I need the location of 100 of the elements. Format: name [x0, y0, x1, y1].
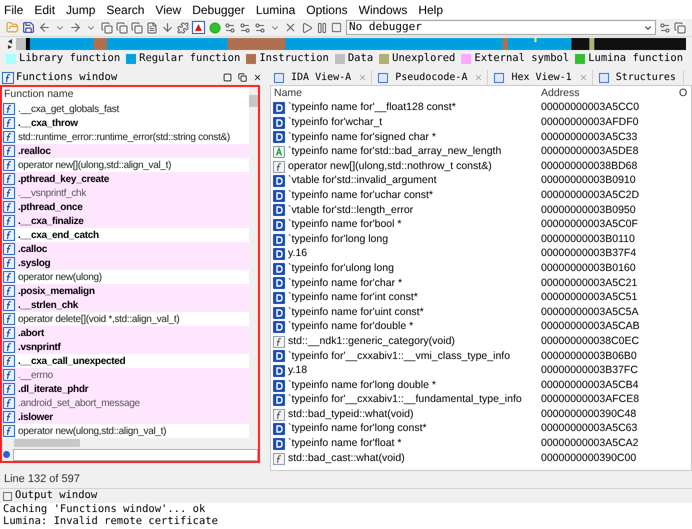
navigation-arrows-icon[interactable] [6, 38, 14, 50]
symbol-name[interactable]: `typeinfo name for'long double * [288, 378, 436, 394]
legend-label: Instruction [259, 51, 329, 66]
function-icon [273, 336, 285, 348]
copy-icon[interactable] [674, 20, 686, 36]
symbol-name[interactable]: `typeinfo for'long long [288, 232, 388, 248]
data-icon [273, 175, 285, 188]
symbol-name[interactable]: std::bad_typeid::what(void) [288, 406, 414, 423]
menu-item[interactable]: File [4, 0, 24, 18]
navigation-band-drawing[interactable] [16, 38, 686, 50]
maximize-icon[interactable] [223, 73, 232, 82]
data-icon [273, 423, 285, 436]
menu-item[interactable]: Options [306, 0, 348, 18]
legend-label: External symbol [474, 51, 570, 66]
symbol-name[interactable]: `typeinfo name for'int const* [288, 290, 418, 306]
close-icon[interactable] [253, 73, 262, 82]
symbol-name[interactable]: `typeinfo for'ulong long [288, 260, 394, 277]
function-row[interactable]: .__vsnprintf_chk [2, 186, 249, 200]
data-icon [273, 131, 285, 144]
function-row[interactable]: .__cxa_finalize [2, 214, 249, 228]
address-cell-text: 00000000003B37FC [540, 363, 639, 378]
vertical-scrollbar[interactable] [249, 87, 258, 438]
function-row[interactable]: .realloc [2, 144, 249, 158]
puzzle-icon[interactable] [177, 20, 190, 36]
function-icon [3, 215, 15, 227]
function-row[interactable]: .abort [2, 326, 249, 340]
address-cell-text: 0000000000390C00 [540, 450, 638, 466]
function-icon [3, 397, 15, 409]
debugger-select[interactable]: No debugger [346, 20, 656, 35]
symbol-name[interactable]: `typeinfo name for'uint const* [288, 304, 424, 320]
symbol-name[interactable]: `vtable for'std::invalid_argument [288, 173, 436, 190]
menu-item[interactable]: Search [106, 0, 144, 18]
filter-icon[interactable] [2, 450, 11, 459]
legend-label: Library function [19, 51, 120, 66]
warning-icon[interactable] [192, 20, 206, 36]
function-name: operator new(ulong) [18, 270, 102, 284]
symbol-name[interactable]: `typeinfo name for'long const* [288, 421, 427, 438]
symbol-name[interactable]: `typeinfo name for'std::bad_array_new_length [288, 144, 502, 160]
function-row[interactable]: .__strlen_chk [2, 298, 249, 312]
function-name: .android_set_abort_message [18, 396, 140, 410]
menu-item[interactable]: Lumina [256, 0, 296, 18]
function-name: .__cxa_throw [18, 116, 78, 130]
function-icon [3, 173, 15, 185]
function-name: .abort [18, 326, 44, 340]
menu-item[interactable]: Debugger [192, 0, 245, 18]
menu-item[interactable]: Jump [66, 0, 96, 18]
save-icon[interactable] [22, 20, 35, 36]
menu-item[interactable]: Edit [34, 0, 56, 18]
symbol-name[interactable]: `typeinfo name for'__float128 const* [288, 100, 456, 116]
function-icon [3, 327, 15, 339]
symbol-name[interactable]: `typeinfo name for'uchar const* [288, 188, 433, 204]
symbol-name[interactable]: `typeinfo name for'bool * [288, 217, 402, 233]
column-header[interactable]: O [677, 86, 690, 102]
symbol-name[interactable]: `typeinfo name for'char * [288, 276, 402, 292]
symbol-name[interactable]: std::__ndk1::generic_category(void) [288, 334, 455, 350]
symbol-name[interactable]: `typeinfo for'__cxxabiv1::__vmi_class_type_info [288, 348, 510, 364]
function-row[interactable]: .syslog [2, 256, 249, 270]
function-name: std::runtime_error::runtime_error(std::string const&) [18, 130, 230, 144]
column-header[interactable]: Name [271, 86, 539, 102]
function-icon [3, 341, 15, 353]
panel-title: Output window [15, 488, 98, 504]
data-icon [273, 364, 285, 377]
menu-item[interactable]: Windows [358, 0, 408, 18]
symbol-name[interactable]: operator new[](ulong,std::nothrow_t const&) [288, 158, 492, 175]
function-row[interactable]: .islower [2, 410, 249, 424]
symbol-name[interactable]: `typeinfo for'wchar_t [288, 115, 382, 131]
function-row[interactable]: .dl_iterate_phdr [2, 382, 249, 396]
column-header[interactable]: Function name [2, 87, 249, 102]
data-icon [273, 350, 285, 362]
address-cell-text: 00000000003A5C2D [540, 188, 640, 203]
symbol-name[interactable]: std::bad_cast::what(void) [288, 450, 405, 466]
symbol-name[interactable]: `typeinfo name for'signed char * [288, 130, 436, 146]
view-icon [378, 72, 388, 82]
filter-field[interactable] [13, 448, 258, 460]
legend-label: Data [348, 51, 374, 66]
function-row[interactable]: .__errno [2, 368, 249, 382]
menu-item[interactable]: View [155, 0, 182, 18]
symbol-name[interactable]: y.16 [288, 246, 308, 262]
symbol-name[interactable]: `typeinfo name for'double * [288, 319, 414, 336]
function-row[interactable]: .calloc [2, 242, 249, 256]
symbol-name[interactable]: `typeinfo for'__cxxabiv1::__fundamental_type_info [288, 392, 522, 408]
menu-item[interactable]: Help [418, 0, 444, 18]
function-row[interactable]: .posix_memalign [2, 284, 249, 298]
function-row[interactable]: .vsnprintf [2, 340, 249, 354]
address-cell-text: 00000000003B0110 [540, 232, 636, 247]
function-row[interactable]: .android_set_abort_message [2, 396, 249, 410]
horizontal-scrollbar[interactable] [2, 438, 258, 448]
copy-icon[interactable] [130, 20, 144, 36]
column-header[interactable]: Address [539, 86, 677, 102]
function-row[interactable]: .pthread_key_create [2, 172, 249, 186]
symbol-name[interactable]: `typeinfo name for'float * [288, 436, 402, 452]
symbol-name[interactable]: `vtable for'std::length_error [288, 202, 414, 218]
copy-icon[interactable] [100, 20, 113, 36]
function-row[interactable]: .pthread_once [2, 200, 249, 214]
status-dot-icon[interactable] [208, 20, 221, 36]
copy-icon[interactable] [116, 20, 128, 36]
address-cell-text: 00000000003A5C21 [540, 276, 638, 291]
document-icon[interactable] [146, 20, 158, 36]
restore-icon[interactable] [238, 73, 247, 82]
symbol-name[interactable]: y.18 [288, 363, 308, 379]
